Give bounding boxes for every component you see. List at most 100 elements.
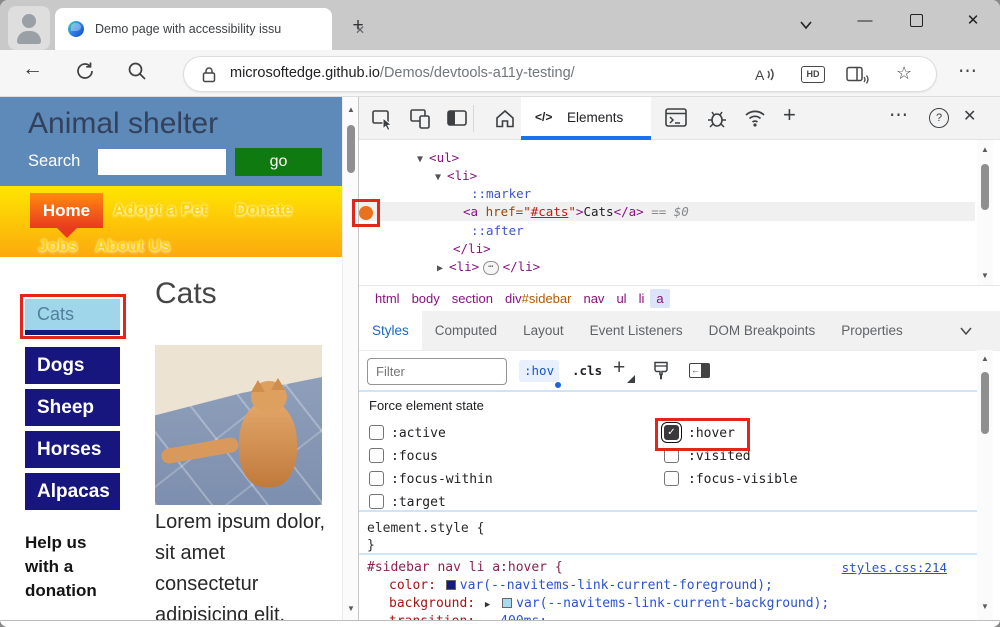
new-style-rule-button[interactable]: + [613,356,625,380]
tab-strip: Demo page with accessibility issu ✕ + — … [0,0,1000,50]
checkbox-focus[interactable] [369,448,384,463]
chevron-down-icon[interactable] [959,326,973,336]
tab-elements[interactable]: </> Elements [521,97,651,140]
dom-scrollbar-thumb[interactable] [981,164,989,210]
address-bar[interactable]: microsoftedge.github.io/Demos/devtools-a… [183,56,937,92]
element-style-block[interactable]: element.style { } [359,516,977,555]
tab-layout[interactable]: Layout [510,311,577,350]
home-icon[interactable] [493,107,517,131]
nav-about-link[interactable]: About Us [95,236,171,256]
sidebar-item-dogs[interactable]: Dogs [25,347,120,384]
label-target: :target [391,495,446,510]
favorite-star-icon[interactable]: ☆ [896,63,912,84]
stylesheet-link[interactable]: styles.css:214 [842,560,947,575]
color-swatch[interactable] [445,580,456,590]
network-conditions-icon[interactable] [743,108,767,128]
checkbox-focus-within[interactable] [369,471,384,486]
issues-bug-icon[interactable] [705,107,729,131]
checkbox-target[interactable] [369,494,384,509]
dom-line-li-close[interactable]: </li> [359,239,975,258]
checkbox-active[interactable] [369,425,384,440]
nav-home-link[interactable]: Home [30,193,103,228]
hd-badge-icon[interactable]: HD [801,66,825,83]
sidebar-item-sheep[interactable]: Sheep [25,389,120,426]
go-button[interactable]: go [235,148,322,176]
devtools-close-icon[interactable]: ✕ [963,106,976,126]
breadcrumb-ul[interactable]: ul [610,289,632,308]
breadcrumb-div-sidebar[interactable]: div#sidebar [499,289,578,308]
search-button[interactable] [127,61,147,81]
help-icon[interactable]: ? [929,108,949,128]
back-button[interactable]: ← [22,57,43,81]
dom-line-ul[interactable]: ▼ <ul> [359,148,975,167]
split-screen-audio-icon[interactable] [846,66,870,84]
nav-donate-link[interactable]: Donate [235,200,293,220]
breadcrumb-section[interactable]: section [446,289,499,308]
device-emulation-icon[interactable] [409,107,433,131]
sidebar-item-horses[interactable]: Horses [25,431,120,468]
scroll-down-icon[interactable]: ▼ [343,604,359,613]
color-swatch[interactable] [502,598,513,608]
dom-line-after[interactable]: ::after [359,221,975,240]
tab-actions-chevron-icon[interactable] [797,16,815,34]
read-aloud-icon[interactable]: A [754,65,776,85]
browser-tab[interactable]: Demo page with accessibility issu ✕ [55,8,365,50]
dom-line-li[interactable]: ▼ <li> [359,166,975,185]
tab-dom-breakpoints[interactable]: DOM Breakpoints [696,311,829,350]
search-input[interactable] [98,149,226,175]
tab-styles[interactable]: Styles [359,311,422,350]
page-scrollbar[interactable]: ▲ ▼ [342,97,358,627]
css-property-background[interactable]: background: ▶ var(--navitems-link-curren… [389,596,829,611]
panel-layout-icon[interactable] [447,110,469,128]
styles-scrollbar-thumb[interactable] [981,372,989,434]
lock-icon[interactable] [202,66,216,83]
window-close-button[interactable]: ✕ [960,8,986,34]
url-text[interactable]: microsoftedge.github.io/Demos/devtools-a… [230,65,575,81]
tab-properties[interactable]: Properties [828,311,916,350]
cls-toggle-button[interactable]: .cls [567,360,607,382]
profile-button[interactable] [8,6,50,50]
inspect-element-icon[interactable] [371,107,395,131]
expand-triangle-icon[interactable]: ▶ [485,600,490,610]
console-icon[interactable] [665,108,687,128]
hov-active-dot [555,382,561,388]
breadcrumb-body[interactable]: body [406,289,446,308]
nav-adopt-link[interactable]: Adopt a Pet [113,200,207,220]
checkbox-focus-visible[interactable] [664,471,679,486]
more-tools-plus-icon[interactable]: + [783,102,796,128]
scroll-up-icon[interactable]: ▲ [977,354,993,363]
styles-filter-row: :hov .cls + ← [359,350,1000,392]
hov-toggle-button[interactable]: :hov [519,360,560,382]
rendering-brush-icon[interactable] [651,361,671,383]
window-minimize-button[interactable]: — [852,9,878,35]
dom-tree-scrollbar[interactable]: ▲ ▼ [977,140,993,285]
dom-line-anchor-selected[interactable]: <a href="#cats">Cats</a> == $0 [359,202,975,221]
page-scrollbar-thumb[interactable] [347,125,355,173]
scroll-up-icon[interactable]: ▲ [343,105,359,114]
tab-event-listeners[interactable]: Event Listeners [577,311,696,350]
refresh-button[interactable] [74,60,96,82]
devtools-more-icon[interactable]: ⋯ [889,104,908,127]
new-tab-button[interactable]: + [346,15,370,39]
css-rule-block[interactable]: #sidebar nav li a:hover { styles.css:214… [359,557,977,627]
sidebar-position-toggle-icon[interactable]: ← [689,363,710,378]
scroll-up-icon[interactable]: ▲ [977,145,993,154]
styles-scrollbar[interactable]: ▲ ▼ [977,350,993,627]
dom-line-marker[interactable]: ::marker [359,184,975,203]
sidebar-item-alpacas[interactable]: Alpacas [25,473,120,510]
devtools-panel: </> Elements + ⋯ ? ✕ <nav> ▼ <ul> ▼ <li>… [358,97,1000,627]
window-maximize-button[interactable] [910,14,923,27]
dom-line-li-collapsed[interactable]: ▶ <li> ⋯ </li> [359,257,975,276]
scroll-down-icon[interactable]: ▼ [977,602,993,611]
breadcrumb-html[interactable]: html [369,289,406,308]
css-property-color[interactable]: color: var(--navitems-link-current-foreg… [389,578,773,593]
breadcrumb-nav[interactable]: nav [577,289,610,308]
scroll-down-icon[interactable]: ▼ [977,271,993,280]
nav-jobs-link[interactable]: Jobs [38,236,78,256]
browser-settings-more-icon[interactable]: ⋯ [958,60,978,83]
breadcrumb-a-selected[interactable]: a [650,289,670,308]
breadcrumb-li[interactable]: li [633,289,651,308]
styles-filter-input[interactable] [367,358,507,385]
tab-computed[interactable]: Computed [422,311,510,350]
avatar-icon-body [17,31,41,44]
